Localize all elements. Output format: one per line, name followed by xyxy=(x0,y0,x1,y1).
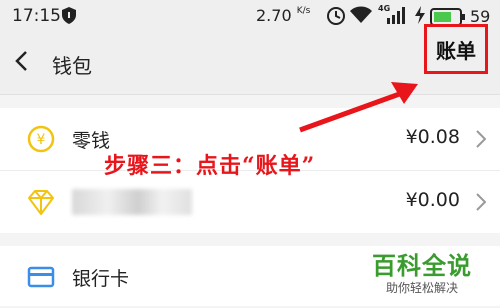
watermark-title: 百科全说 xyxy=(372,252,472,280)
watermark: 百科全说 助你轻松解决 xyxy=(372,246,472,296)
step-annotation: 步骤三：点击“账单” xyxy=(104,153,316,179)
watermark-subtitle: 助你轻松解决 xyxy=(385,281,458,295)
